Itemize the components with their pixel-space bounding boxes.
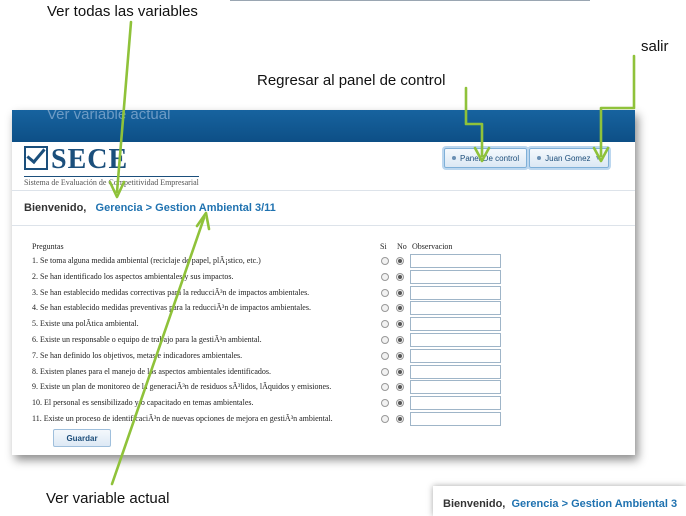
arrow-regresar: [464, 86, 484, 158]
annotation-arrows: [108, 20, 636, 486]
arrow-ver-todas: [115, 20, 133, 194]
arrow-salir: [599, 54, 636, 158]
arrow-ver-actual: [110, 216, 206, 486]
